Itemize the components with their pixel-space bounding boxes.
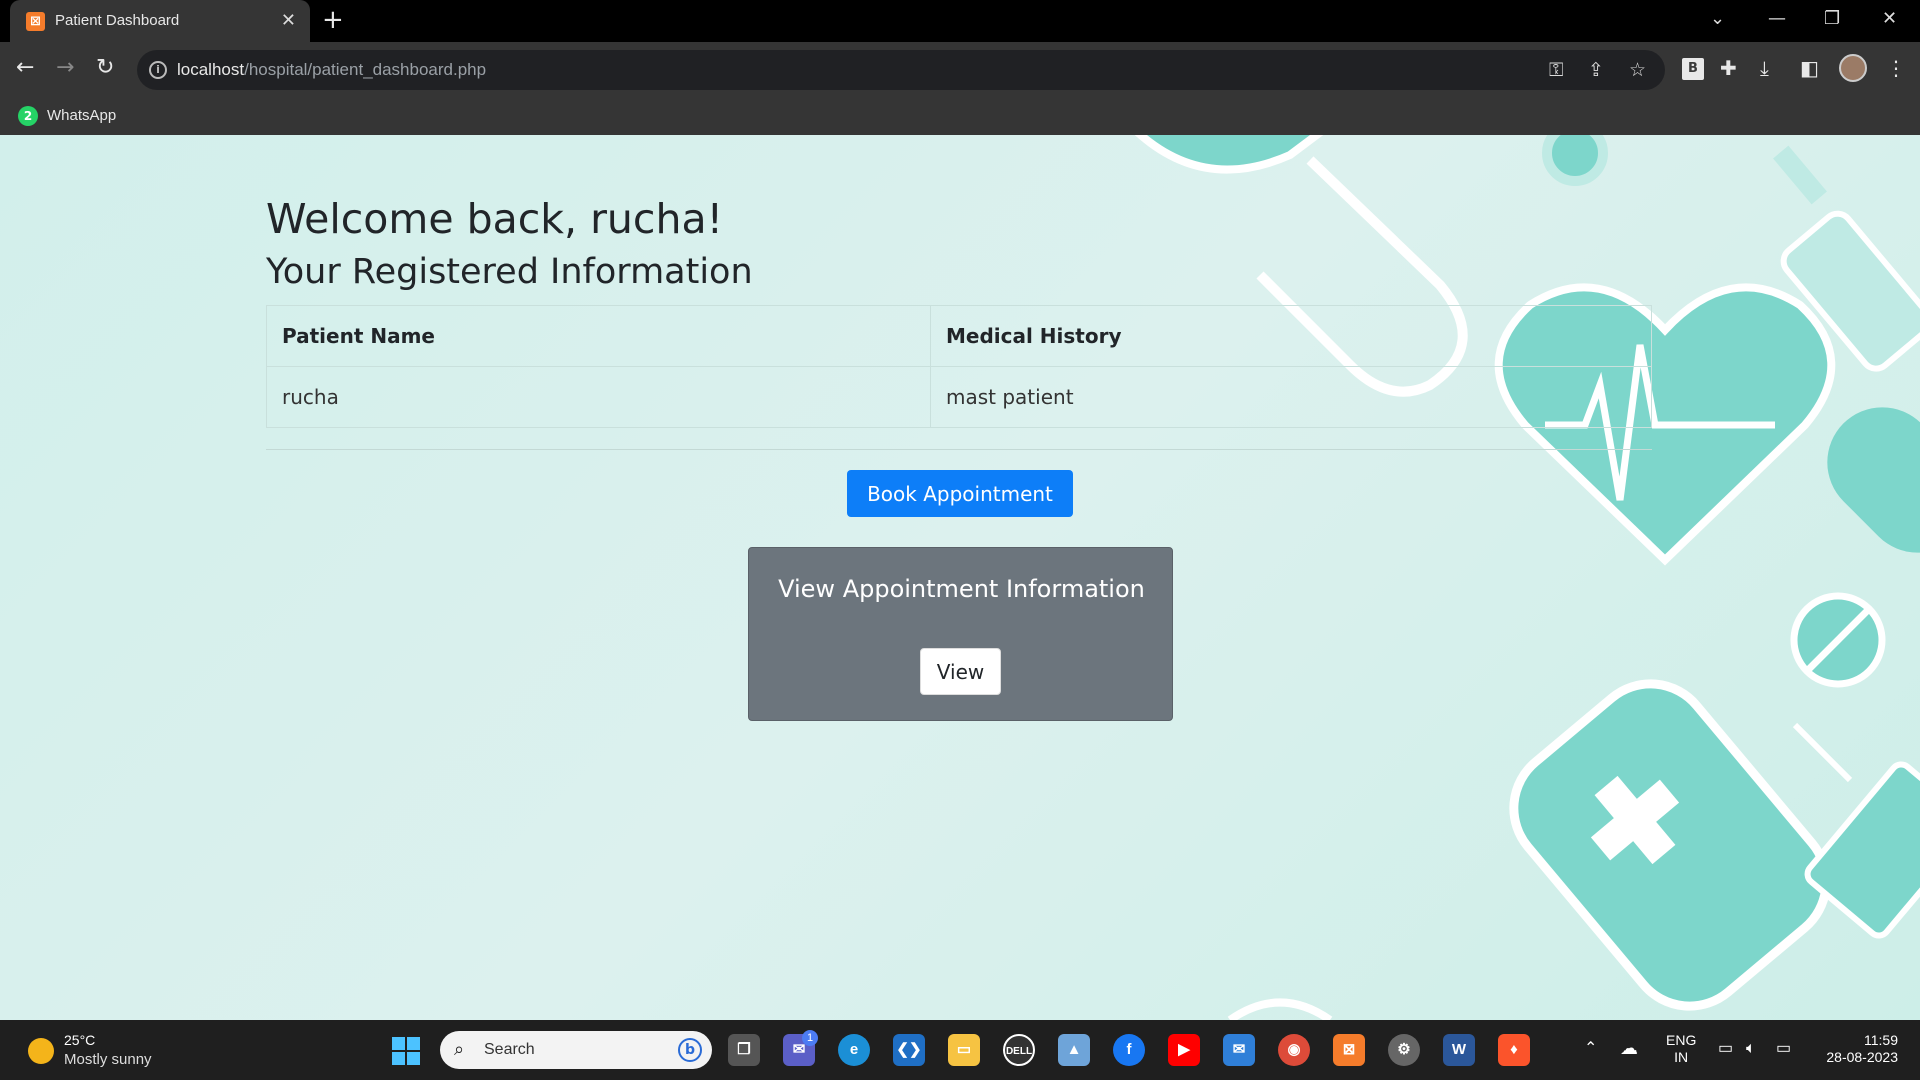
restore-icon[interactable]: ❐ xyxy=(1824,8,1840,29)
reload-icon[interactable]: ↻ xyxy=(96,56,114,80)
windows-taskbar: 25°C Mostly sunny ⌕ Search b ❐ ✉ 1 e ❮❯ … xyxy=(0,1020,1920,1080)
vscode-icon[interactable]: ❮❯ xyxy=(893,1034,925,1066)
new-tab-button[interactable]: + xyxy=(322,6,344,34)
search-placeholder: Search xyxy=(484,1041,535,1058)
network-icon[interactable]: ▭ xyxy=(1718,1040,1733,1057)
column-header-patient-name: Patient Name xyxy=(266,305,931,367)
stethoscope-earpiece xyxy=(1542,135,1608,186)
bing-icon[interactable]: b xyxy=(678,1038,702,1062)
page-viewport: Welcome back, rucha! Your Registered Inf… xyxy=(0,135,1920,1020)
tab-patient-dashboard[interactable]: ⊠ Patient Dashboard ✕ xyxy=(10,0,310,42)
side-panel-icon[interactable]: ◧ xyxy=(1800,56,1819,80)
stethoscope-shape xyxy=(1134,135,1324,174)
book-appointment-button[interactable]: Book Appointment xyxy=(847,470,1073,517)
tab-strip: ⊠ Patient Dashboard ✕ + ⌄ — ❐ ✕ xyxy=(0,0,1920,42)
table-row: rucha mast patient xyxy=(266,366,1652,428)
pill-shape xyxy=(1827,407,1920,553)
language-bottom: IN xyxy=(1674,1049,1689,1065)
browser-toolbar: ← → ↻ i localhost/hospital/patient_dashb… xyxy=(0,42,1920,97)
onedrive-cloud-icon[interactable]: ☁ xyxy=(1620,1039,1638,1057)
facebook-icon[interactable]: f xyxy=(1113,1034,1145,1066)
table-header-row: Patient Name Medical History xyxy=(266,305,1652,367)
clock[interactable]: 11:59 28-08-2023 xyxy=(1818,1032,1898,1066)
search-icon: ⌕ xyxy=(454,1039,465,1060)
xampp-taskbar-icon[interactable]: ⊠ xyxy=(1333,1034,1365,1066)
medical-history-cell: mast patient xyxy=(930,366,1652,428)
view-button[interactable]: View xyxy=(920,648,1001,695)
url-text: localhost/hospital/patient_dashboard.php xyxy=(177,60,486,80)
close-tab-icon[interactable]: ✕ xyxy=(281,10,296,31)
back-icon[interactable]: ← xyxy=(16,56,34,80)
syringe-needle xyxy=(1773,145,1827,205)
windows-start-icon[interactable] xyxy=(392,1037,420,1065)
weather-temperature[interactable]: 25°C xyxy=(64,1032,95,1048)
xampp-icon: ⊠ xyxy=(26,12,45,31)
welcome-heading: Welcome back, rucha! xyxy=(266,195,724,243)
photos-icon[interactable]: ▲ xyxy=(1058,1034,1090,1066)
patient-info-table: Patient Name Medical History rucha mast … xyxy=(266,305,1652,428)
file-explorer-icon[interactable]: ▭ xyxy=(948,1034,980,1066)
card-title: View Appointment Information xyxy=(778,575,1145,603)
url-path: /hospital/patient_dashboard.php xyxy=(244,60,487,79)
mail-icon[interactable]: ✉ xyxy=(1223,1034,1255,1066)
column-header-medical-history: Medical History xyxy=(930,305,1652,367)
address-bar[interactable]: i localhost/hospital/patient_dashboard.p… xyxy=(137,50,1665,90)
key-icon[interactable]: ⚿ xyxy=(1549,59,1563,81)
registered-info-heading: Your Registered Information xyxy=(266,252,753,292)
word-icon[interactable]: W xyxy=(1443,1034,1475,1066)
bookmarks-bar: 2 WhatsApp xyxy=(0,97,1920,135)
whatsapp-icon: 2 xyxy=(18,106,38,126)
language-top: ENG xyxy=(1666,1032,1697,1048)
teams-badge: 1 xyxy=(802,1030,818,1046)
divider xyxy=(266,449,1652,450)
clock-date: 28-08-2023 xyxy=(1826,1049,1898,1065)
tab-title: Patient Dashboard xyxy=(55,12,180,29)
weather-description[interactable]: Mostly sunny xyxy=(64,1051,152,1068)
clock-time: 11:59 xyxy=(1864,1032,1898,1048)
bookmark-star-icon[interactable]: ☆ xyxy=(1629,59,1646,81)
language-indicator[interactable]: ENG IN xyxy=(1666,1032,1696,1066)
volume-icon[interactable]: 🔈︎ xyxy=(1746,1040,1756,1057)
dell-icon[interactable]: DELL xyxy=(1003,1034,1035,1066)
share-icon[interactable]: ⇪ xyxy=(1588,59,1604,81)
show-hidden-icons-chevron-icon[interactable]: ⌃ xyxy=(1584,1040,1597,1057)
download-icon[interactable]: ⤓ xyxy=(1760,56,1769,80)
task-view-icon[interactable]: ❐ xyxy=(728,1034,760,1066)
menu-kebab-icon[interactable]: ⋮ xyxy=(1886,56,1906,80)
bookmark-whatsapp[interactable]: WhatsApp xyxy=(47,107,116,124)
tab-search-icon[interactable]: ⌄ xyxy=(1710,8,1725,29)
battery-icon[interactable]: ▭ xyxy=(1776,1040,1791,1057)
close-window-icon[interactable]: ✕ xyxy=(1882,8,1897,29)
view-appointment-card: View Appointment Information View xyxy=(748,547,1173,721)
chrome-icon[interactable]: ◉ xyxy=(1278,1034,1310,1066)
weather-sun-icon[interactable] xyxy=(28,1038,54,1064)
extensions-puzzle-icon[interactable]: ✚ xyxy=(1720,56,1737,80)
url-host: localhost xyxy=(177,60,245,79)
edge-icon[interactable]: e xyxy=(838,1034,870,1066)
youtube-icon[interactable]: ▶ xyxy=(1168,1034,1200,1066)
brave-icon[interactable]: ♦ xyxy=(1498,1034,1530,1066)
minimize-icon[interactable]: — xyxy=(1768,8,1786,29)
settings-gear-icon[interactable]: ⚙ xyxy=(1388,1034,1420,1066)
profile-avatar[interactable] xyxy=(1839,54,1867,82)
site-info-icon[interactable]: i xyxy=(149,61,167,79)
patient-name-cell: rucha xyxy=(266,366,931,428)
forward-icon[interactable]: → xyxy=(56,56,74,80)
taskbar-search[interactable]: ⌕ Search b xyxy=(440,1031,712,1069)
extension-b-icon[interactable]: B xyxy=(1682,58,1704,80)
